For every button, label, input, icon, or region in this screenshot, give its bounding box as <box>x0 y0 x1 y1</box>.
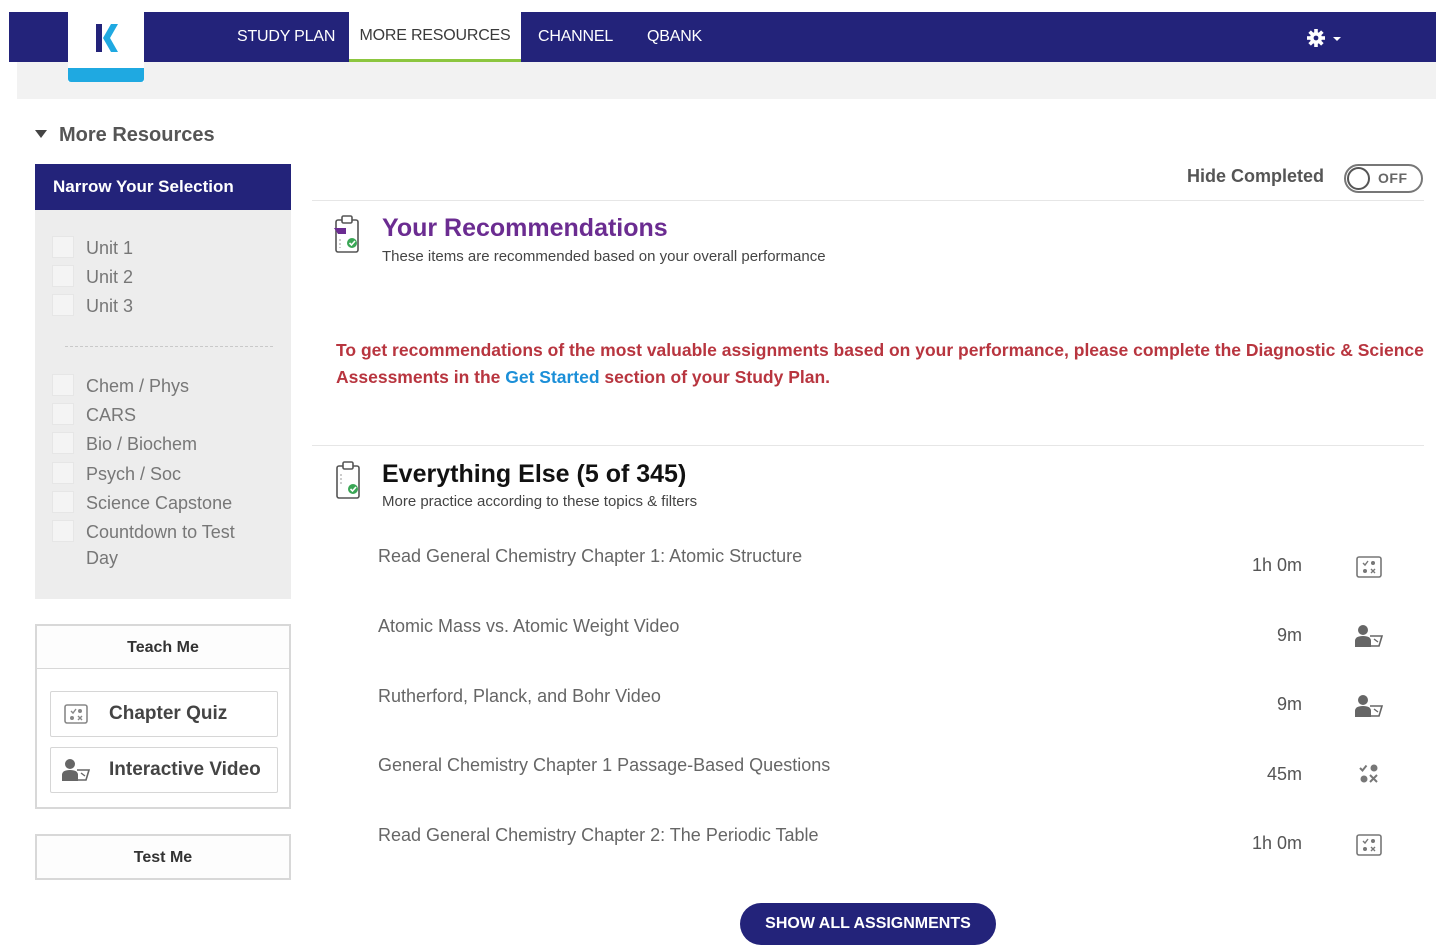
caret-down-icon <box>1333 37 1341 41</box>
assignment-duration: 9m <box>1276 694 1302 714</box>
chapter-quiz-button[interactable]: Chapter Quiz <box>50 691 278 737</box>
filter-label: Bio / Biochem <box>86 434 198 454</box>
filter-chem-phys[interactable]: Chem / Phys <box>52 373 256 399</box>
clipboard-check-icon <box>336 461 360 499</box>
checkbox[interactable] <box>52 403 74 425</box>
nav-more-resources[interactable]: MORE RESOURCES <box>349 12 521 62</box>
filter-unit-3[interactable]: Unit 3 <box>52 293 256 319</box>
more-resources-title: More Resources <box>59 124 215 146</box>
video-lesson-icon <box>61 757 91 783</box>
hide-completed-toggle[interactable]: OFF <box>1344 164 1423 193</box>
filter-heading: Narrow Your Selection <box>35 164 291 210</box>
section-divider <box>312 445 1424 446</box>
assignment-duration: 9m <box>1276 625 1302 645</box>
notice-text: section of your Study Plan. <box>599 367 831 387</box>
filter-label: CARS <box>86 405 137 425</box>
quiz-icon <box>61 701 91 727</box>
reading-quiz-icon[interactable] <box>1352 553 1386 581</box>
notice-text: To get recommendations of the most valua… <box>336 340 1424 387</box>
hide-completed-label: Hide Completed <box>1187 166 1325 186</box>
clipboard-flag-icon <box>334 215 359 253</box>
filter-divider <box>65 346 273 347</box>
test-me-header[interactable]: Test Me <box>35 834 291 880</box>
logo-accent-bar <box>68 68 144 82</box>
video-lesson-icon[interactable] <box>1352 622 1386 650</box>
kaplan-logo[interactable] <box>68 12 144 82</box>
filter-unit-2[interactable]: Unit 2 <box>52 264 256 290</box>
checkbox[interactable] <box>52 520 74 542</box>
nav-qbank[interactable]: QBANK <box>647 12 702 62</box>
assignment-title[interactable]: Rutherford, Planck, and Bohr Video <box>378 686 661 707</box>
assignment-duration: 1h 0m <box>1251 833 1302 853</box>
settings-menu[interactable] <box>1306 26 1346 50</box>
recommendations-subtitle: These items are recommended based on you… <box>382 248 826 265</box>
filter-countdown-to-test-day[interactable]: Countdown to Test Day <box>52 519 256 571</box>
assignment-duration: 1h 0m <box>1251 555 1302 575</box>
assignment-title[interactable]: General Chemistry Chapter 1 Passage-Base… <box>378 755 830 776</box>
video-lesson-icon[interactable] <box>1352 692 1386 720</box>
checkbox[interactable] <box>52 491 74 513</box>
filter-science-capstone[interactable]: Science Capstone <box>52 490 256 516</box>
get-started-link[interactable]: Get Started <box>505 367 599 387</box>
checkbox[interactable] <box>52 462 74 484</box>
gear-icon <box>1307 29 1341 47</box>
filter-label: Unit 3 <box>86 296 134 316</box>
nav-study-plan[interactable]: STUDY PLAN <box>237 12 335 62</box>
filter-panel: Narrow Your Selection Unit 1 Unit 2 Unit… <box>35 164 291 599</box>
section-divider <box>312 200 1424 201</box>
filter-label: Unit 1 <box>86 238 134 258</box>
filter-label: Countdown to Test Day <box>86 522 235 568</box>
checkbox[interactable] <box>52 432 74 454</box>
filter-psych-soc[interactable]: Psych / Soc <box>52 461 256 487</box>
checkbox[interactable] <box>52 374 74 396</box>
teach-me-header[interactable]: Teach Me <box>35 624 291 670</box>
assignment-duration: 45m <box>1266 764 1302 784</box>
filter-label: Chem / Phys <box>86 376 190 396</box>
assignment-title[interactable]: Read General Chemistry Chapter 2: The Pe… <box>378 825 819 846</box>
more-resources-toggle[interactable]: More Resources <box>35 124 215 150</box>
recommendations-title: Your Recommendations <box>382 214 668 242</box>
everything-else-subtitle: More practice according to these topics … <box>382 493 698 510</box>
filter-unit-1[interactable]: Unit 1 <box>52 235 256 261</box>
sub-header-bar <box>17 62 1436 99</box>
chapter-quiz-label: Chapter Quiz <box>109 703 228 724</box>
recommendations-notice: To get recommendations of the most valua… <box>336 337 1426 391</box>
kaplan-k-logo-icon <box>96 24 118 52</box>
teach-me-panel: Chapter Quiz Interactive Video <box>35 669 291 809</box>
filter-bio-biochem[interactable]: Bio / Biochem <box>52 431 256 457</box>
top-nav-bar <box>9 12 1436 62</box>
filter-label: Science Capstone <box>86 493 233 513</box>
show-all-assignments-button[interactable]: SHOW ALL ASSIGNMENTS <box>740 903 996 945</box>
everything-else-title: Everything Else (5 of 345) <box>382 460 687 488</box>
toggle-knob <box>1347 167 1370 190</box>
assignment-title[interactable]: Atomic Mass vs. Atomic Weight Video <box>378 616 679 637</box>
toggle-state: OFF <box>1378 170 1408 186</box>
assignment-title[interactable]: Read General Chemistry Chapter 1: Atomic… <box>378 546 802 567</box>
checkbox[interactable] <box>52 265 74 287</box>
interactive-video-button[interactable]: Interactive Video <box>50 747 278 793</box>
checkbox[interactable] <box>52 236 74 258</box>
checkbox[interactable] <box>52 294 74 316</box>
practice-questions-icon[interactable] <box>1352 760 1386 788</box>
nav-channel[interactable]: CHANNEL <box>538 12 613 62</box>
filter-label: Unit 2 <box>86 267 134 287</box>
triangle-down-icon <box>35 129 47 138</box>
filter-cars[interactable]: CARS <box>52 402 256 428</box>
reading-quiz-icon[interactable] <box>1352 831 1386 859</box>
interactive-video-label: Interactive Video <box>109 759 261 780</box>
filter-label: Psych / Soc <box>86 464 182 484</box>
